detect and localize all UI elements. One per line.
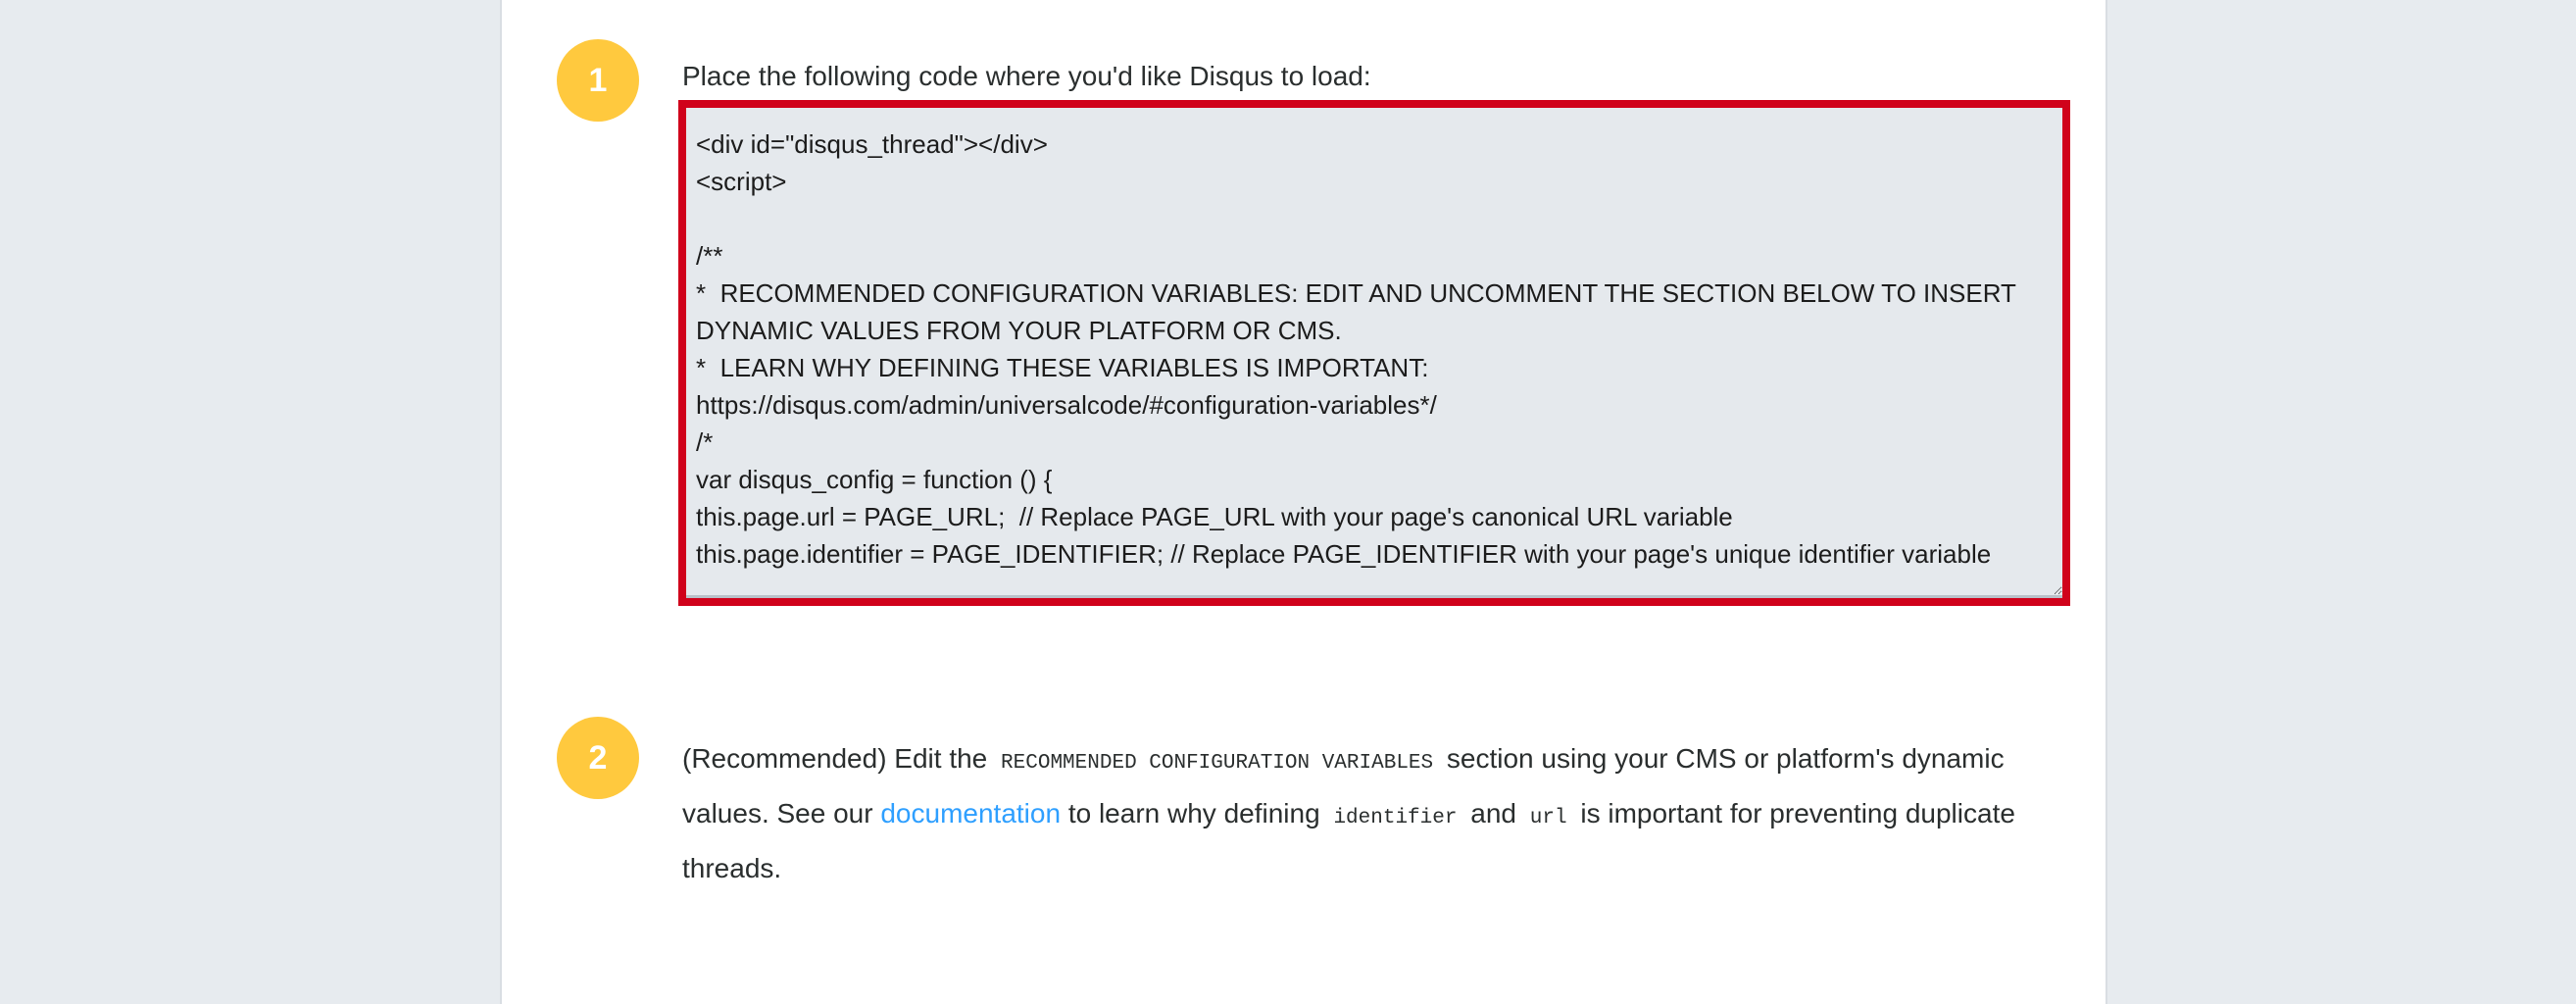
step-1-instruction: Place the following code where you'd lik… [682, 61, 1371, 91]
code-highlight-frame: <div id="disqus_thread"></div> <script> … [678, 100, 2070, 606]
text: (Recommended) Edit the [682, 743, 988, 774]
embed-code-textarea[interactable]: <div id="disqus_thread"></div> <script> … [686, 108, 2062, 598]
inline-code: url [1529, 807, 1567, 829]
step-number-badge: 2 [557, 717, 639, 799]
text: to learn why defining [1067, 798, 1320, 828]
step-2-instruction: (Recommended) Edit the RECOMMENDED CONFI… [682, 733, 2035, 893]
text: and [1470, 798, 1516, 828]
inline-code: RECOMMENDED CONFIGURATION VARIABLES [1001, 752, 1434, 775]
documentation-link[interactable]: documentation [880, 798, 1061, 828]
inline-code: identifier [1333, 807, 1458, 829]
step-number-badge: 1 [557, 39, 639, 122]
